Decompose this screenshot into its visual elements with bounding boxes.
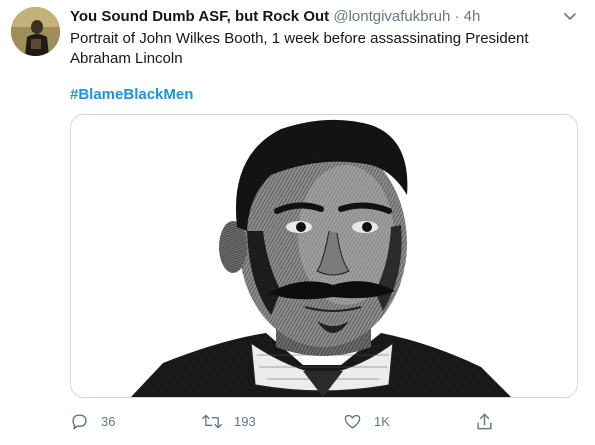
heart-icon	[343, 412, 362, 431]
tweet-image[interactable]	[70, 114, 578, 398]
share-button[interactable]	[475, 410, 494, 432]
tweet-actions: 36 193 1K	[70, 410, 540, 432]
tweet: You Sound Dumb ASF, but Rock Out @lontgi…	[0, 0, 595, 445]
like-count: 1K	[374, 413, 390, 429]
retweet-button[interactable]: 193	[202, 410, 256, 432]
author-display-name[interactable]: You Sound Dumb ASF, but Rock Out	[70, 8, 329, 25]
header-separator: ·	[454, 8, 460, 25]
retweet-icon	[202, 412, 222, 431]
tweet-timestamp[interactable]: 4h	[464, 8, 481, 25]
engraved-portrait-image	[71, 115, 577, 397]
tweet-header: You Sound Dumb ASF, but Rock Out @lontgi…	[70, 7, 565, 27]
tweet-text: Portrait of John Wilkes Booth, 1 week be…	[70, 30, 529, 67]
retweet-count: 193	[234, 413, 256, 429]
reply-count: 36	[101, 413, 116, 429]
avatar[interactable]	[11, 7, 60, 56]
reply-icon	[70, 412, 89, 431]
chevron-down-icon[interactable]	[562, 8, 578, 24]
like-button[interactable]: 1K	[343, 410, 390, 432]
avatar-image	[11, 7, 60, 56]
hashtag-link[interactable]: #BlameBlackMen	[70, 85, 193, 105]
author-handle[interactable]: @lontgivafukbruh	[333, 8, 450, 25]
reply-button[interactable]: 36	[70, 410, 115, 432]
share-icon	[475, 412, 494, 431]
